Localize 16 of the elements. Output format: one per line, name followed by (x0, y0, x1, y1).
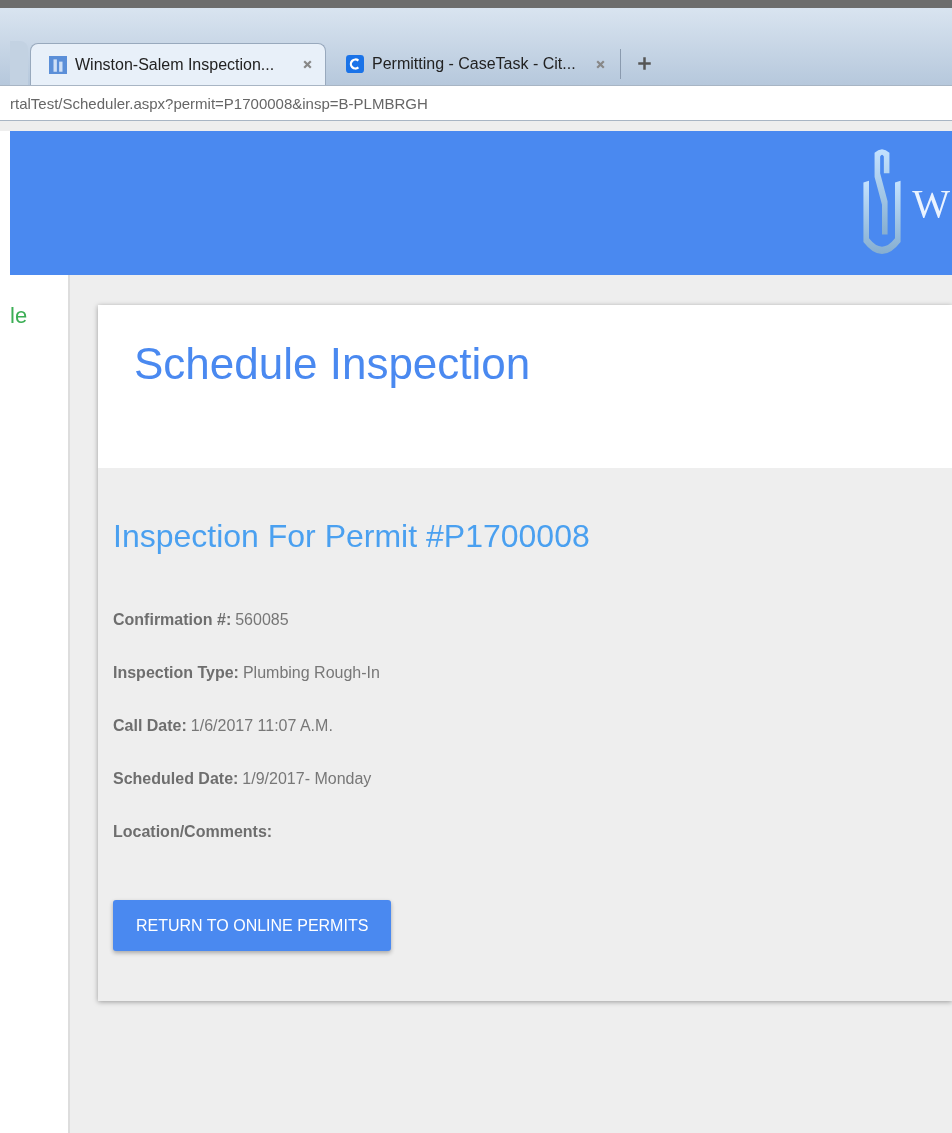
browser-tab[interactable]: Permitting - CaseTask - Cit... (328, 43, 618, 85)
permit-heading: Inspection For Permit #P1700008 (113, 518, 591, 555)
detail-text: Scheduled Date: 1/9/2017- Monday (113, 770, 373, 789)
browser-tab[interactable]: Winston-Salem Inspection... (30, 43, 326, 85)
logo-text: W (912, 179, 950, 227)
page-title: Schedule Inspection (134, 339, 532, 389)
detail-text: Confirmation #: 560085 (113, 611, 290, 630)
close-icon[interactable] (595, 58, 606, 70)
c-logo-icon (346, 55, 364, 73)
detail-text: Call Date: 1/6/2017 11:07 A.M. (113, 717, 334, 736)
building-icon (49, 55, 67, 74)
close-icon[interactable] (302, 59, 313, 70)
detail-text: Inspection Type: Plumbing Rough-In (113, 664, 381, 683)
detail-text: Location/Comments: (113, 823, 274, 842)
new-tab-icon[interactable] (637, 56, 652, 71)
return-button[interactable]: RETURN TO ONLINE PERMITS (113, 900, 392, 951)
